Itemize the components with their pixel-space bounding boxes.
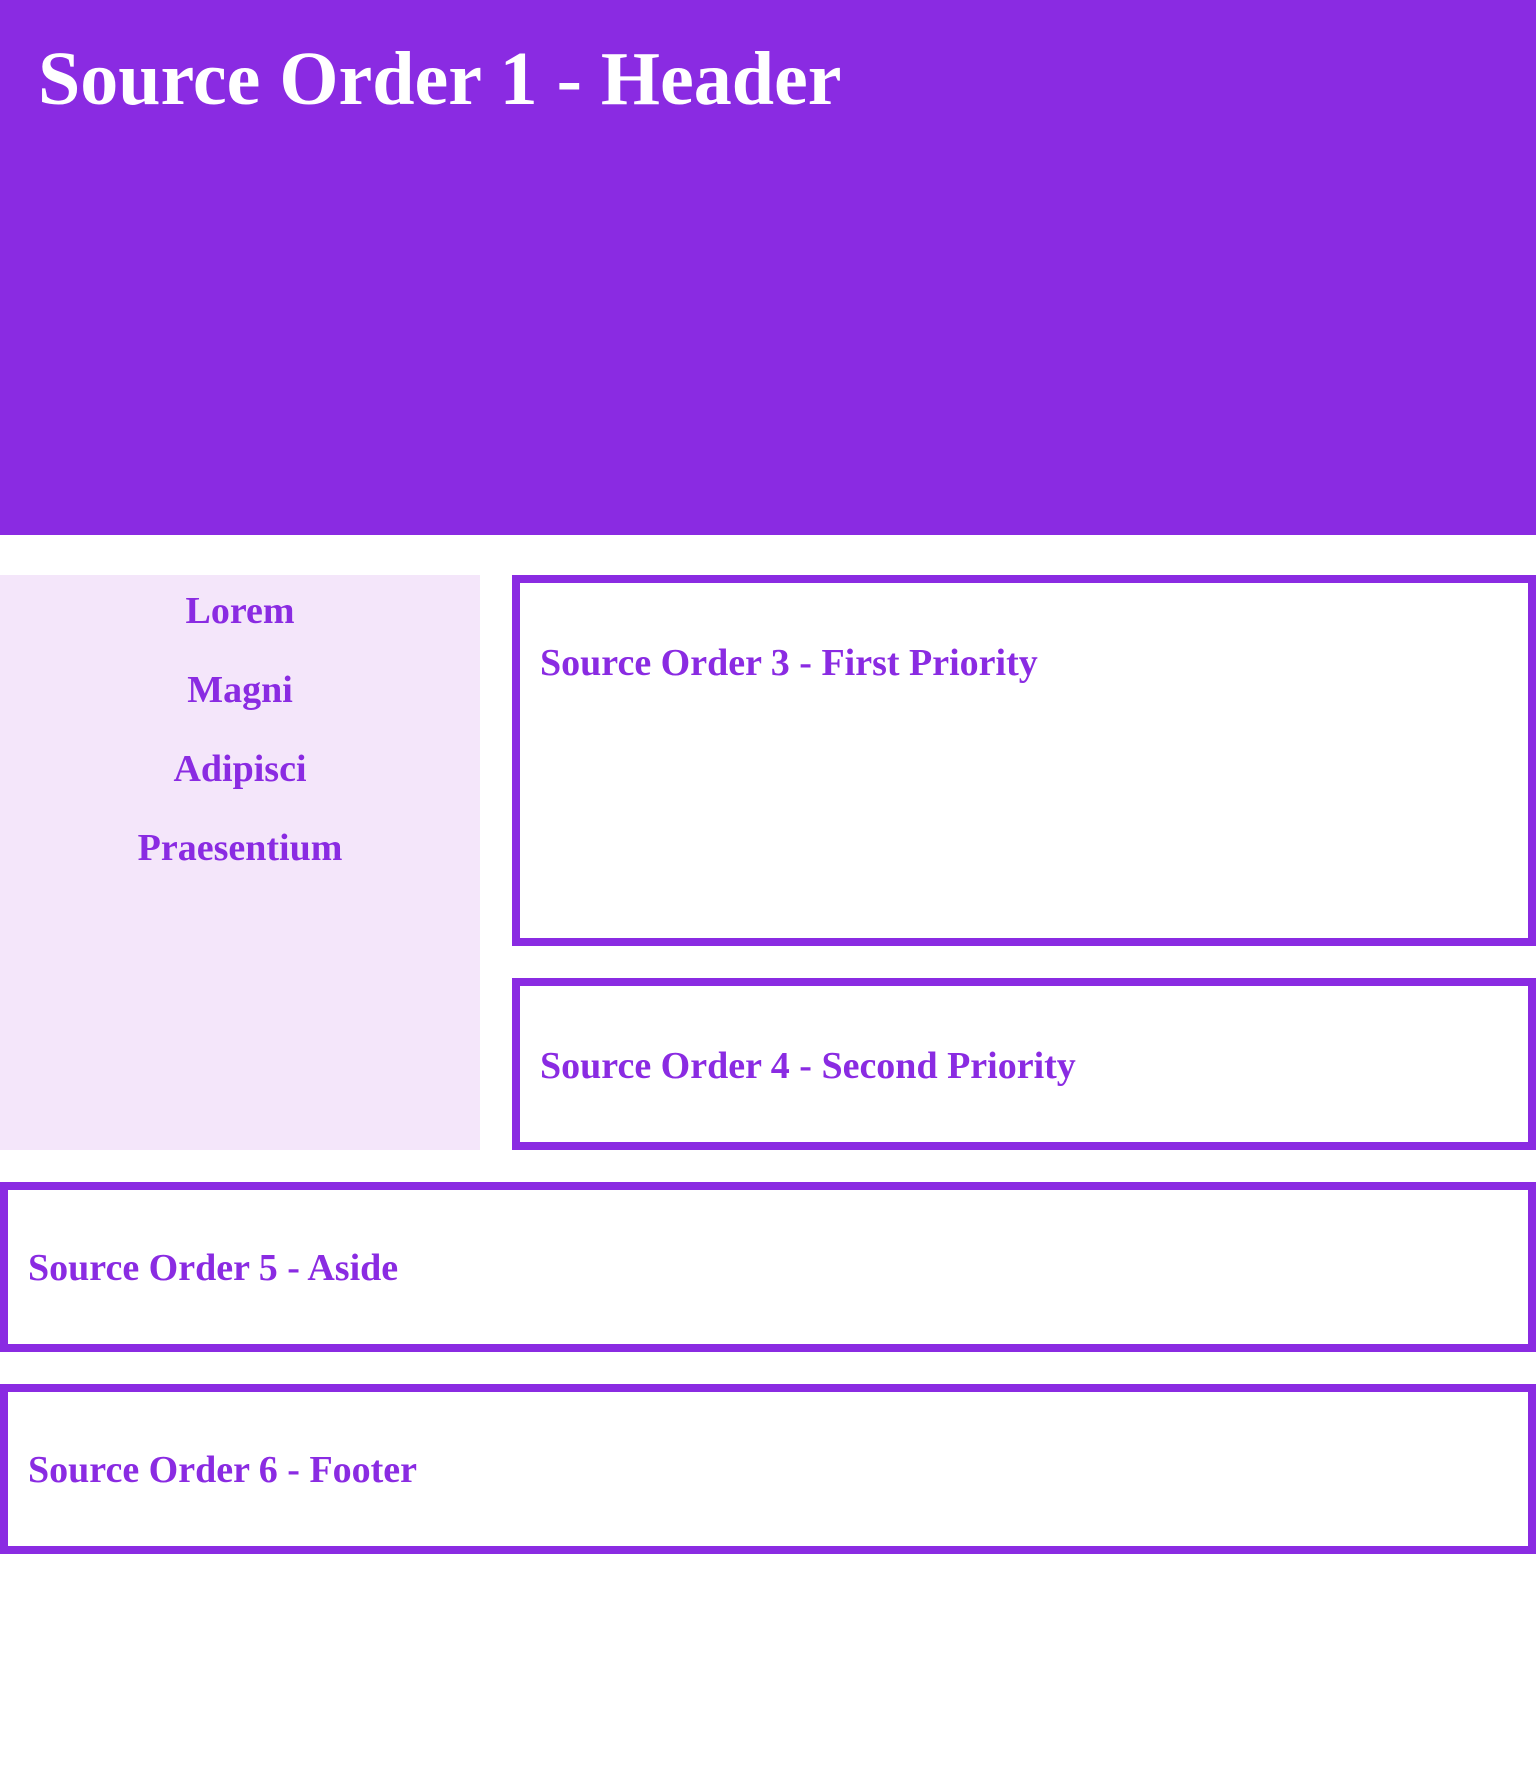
footer-title: Source Order 6 - Footer (28, 1449, 418, 1491)
nav-item-praesentium[interactable]: Praesentium (0, 826, 480, 870)
header-title: Source Order 1 - Header (38, 37, 842, 121)
footer-section: Source Order 6 - Footer (0, 1384, 1536, 1554)
nav-item-adipisci[interactable]: Adipisci (0, 747, 480, 791)
aside-title: Source Order 5 - Aside (28, 1247, 399, 1289)
nav-sidebar: Lorem Magni Adipisci Praesentium (0, 575, 480, 1150)
aside-section: Source Order 5 - Aside (0, 1182, 1536, 1352)
first-priority-section: Source Order 3 - First Priority (512, 575, 1536, 946)
second-priority-title: Source Order 4 - Second Priority (540, 1045, 1076, 1087)
nav-item-magni[interactable]: Magni (0, 668, 480, 712)
page: Source Order 1 - Header Lorem Magni Adip… (0, 0, 1536, 1782)
first-priority-title: Source Order 3 - First Priority (540, 642, 1038, 684)
header: Source Order 1 - Header (0, 0, 1536, 535)
second-priority-section: Source Order 4 - Second Priority (512, 978, 1536, 1150)
nav-item-lorem[interactable]: Lorem (0, 589, 480, 633)
